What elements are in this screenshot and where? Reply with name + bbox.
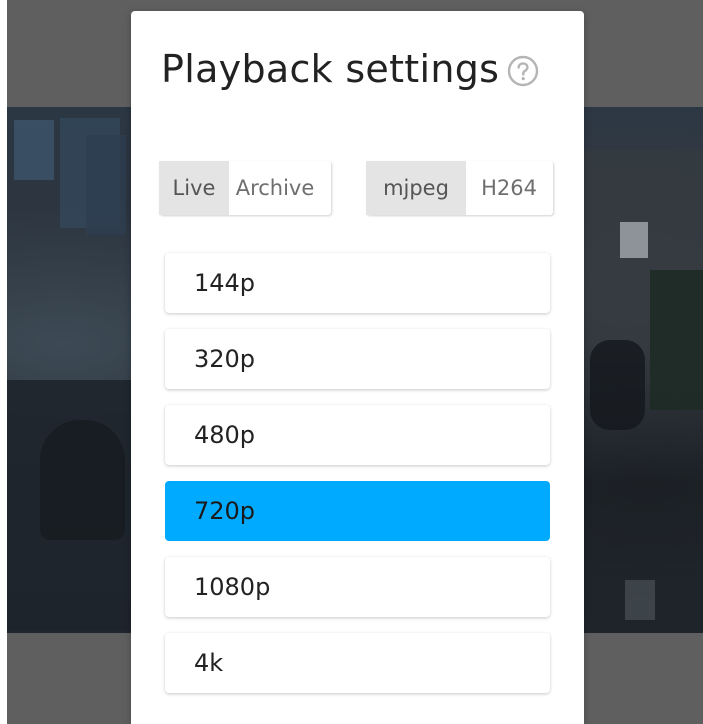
resolution-option-480p[interactable]: 480p xyxy=(165,405,550,465)
resolution-option-4k[interactable]: 4k xyxy=(165,633,550,693)
camera-scene-detail xyxy=(590,340,645,430)
mjpeg-option-button[interactable]: mjpeg xyxy=(366,161,466,215)
resolution-option-144p[interactable]: 144p xyxy=(165,253,550,313)
h264-option-button[interactable]: H264 xyxy=(466,161,553,215)
resolution-option-320p[interactable]: 320p xyxy=(165,329,550,389)
camera-scene-detail xyxy=(14,120,54,180)
camera-scene-detail xyxy=(40,420,125,540)
camera-scene-detail xyxy=(86,135,126,235)
archive-option-button[interactable]: Archive xyxy=(229,161,331,215)
camera-scene-detail xyxy=(620,222,648,258)
resolution-list: 144p 320p 480p 720p 1080p 4k xyxy=(165,253,550,709)
resolution-option-1080p[interactable]: 1080p xyxy=(165,557,550,617)
help-circle-icon[interactable] xyxy=(507,55,539,87)
playback-settings-modal: Playback settings Live Archive mjpeg H26… xyxy=(131,11,584,724)
stream-mode-toggle: Live Archive xyxy=(159,161,331,215)
codec-toggle: mjpeg H264 xyxy=(366,161,553,215)
resolution-option-720p[interactable]: 720p xyxy=(165,481,550,541)
modal-title: Playback settings xyxy=(161,47,500,91)
live-option-button[interactable]: Live xyxy=(159,161,229,215)
camera-scene-detail xyxy=(650,270,703,410)
camera-scene-detail xyxy=(625,580,655,620)
